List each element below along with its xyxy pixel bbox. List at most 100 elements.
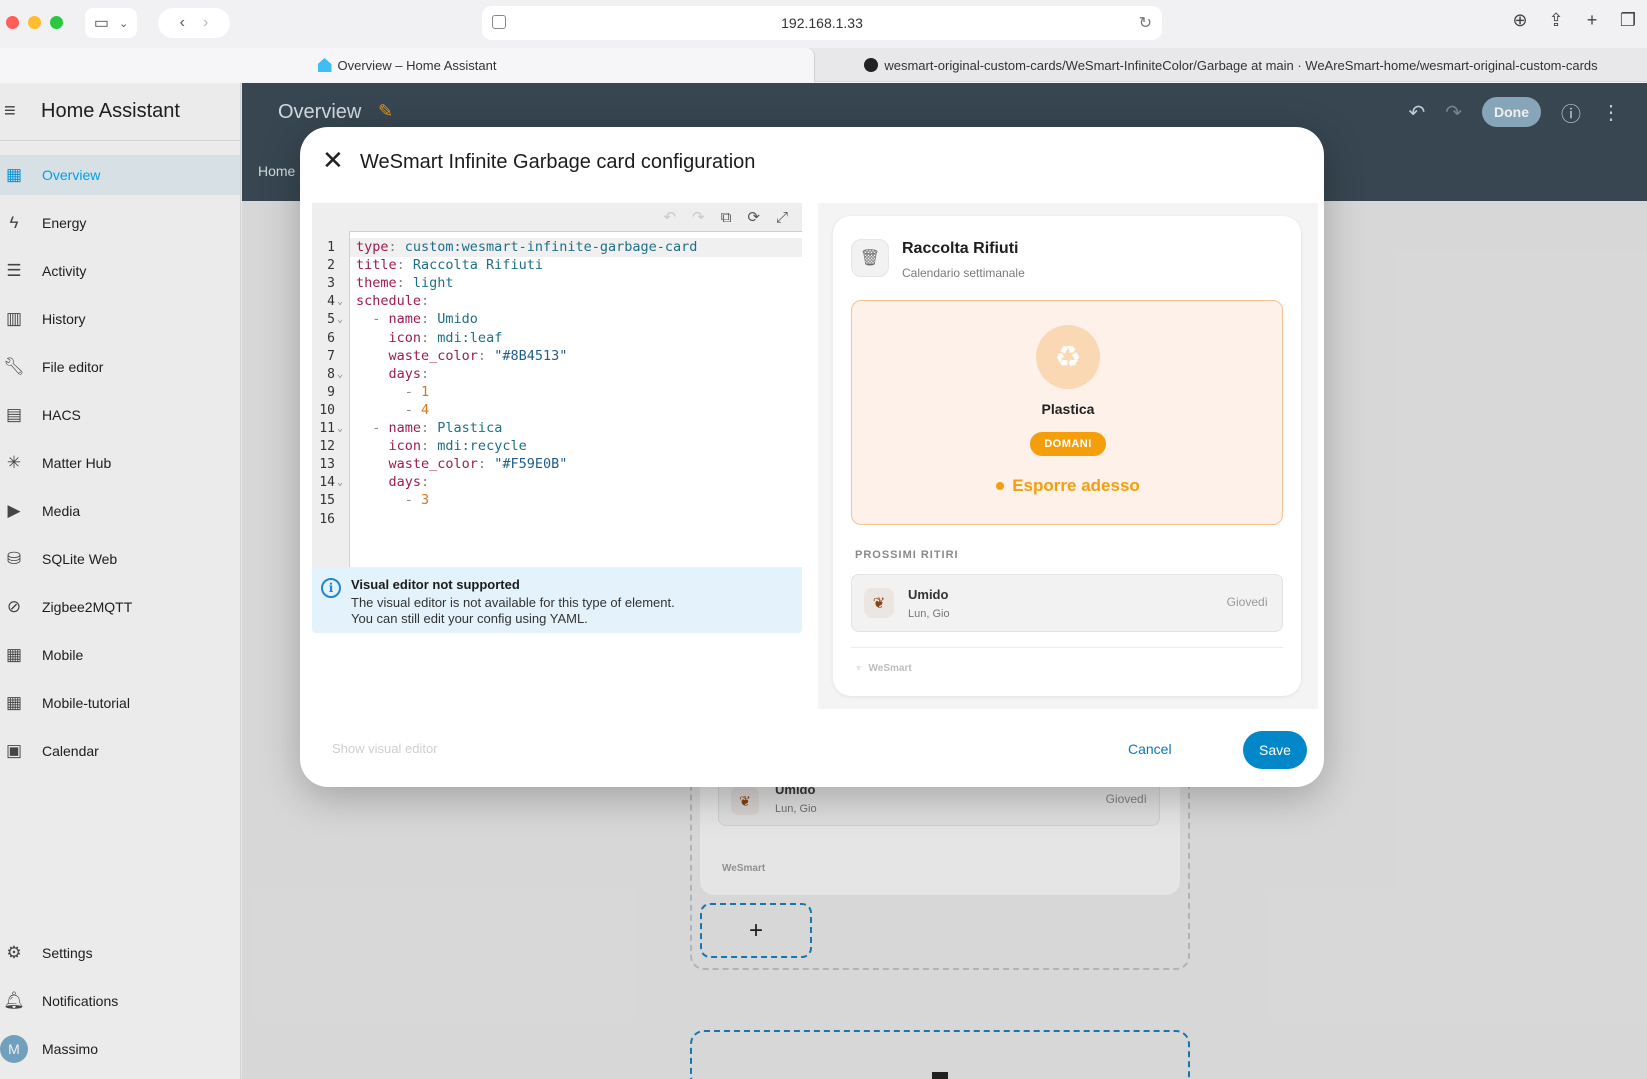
code-line: 2 title: Raccolta Rifiuti (327, 256, 802, 275)
hero-waste-name: Plastica (1041, 401, 1095, 417)
redo-icon[interactable]: ↷ (692, 208, 705, 226)
forward-icon[interactable]: › (203, 14, 208, 32)
yaml-editor[interactable]: ↶ ↷ ⧉ ⟳ ⤢ 1 type: custom:wesmart-infinite… (312, 203, 802, 567)
code-indent: - (356, 420, 389, 436)
code-line: 8 ⌄ days: (327, 365, 802, 384)
brand-icon: ♆ (855, 663, 863, 674)
code-text: waste_color: "#8B4513" (356, 347, 568, 366)
code-key: waste_color (388, 456, 478, 473)
hero-status-text: Esporre adesso (1012, 476, 1140, 495)
hero-status: Esporre adesso (852, 476, 1284, 496)
copy-icon[interactable]: ⧉ (721, 209, 732, 226)
new-tab-icon[interactable]: + (1583, 10, 1601, 31)
github-icon (864, 58, 879, 72)
brand-footer: ♆ WeSmart (855, 663, 912, 674)
fold-icon[interactable]: ⌄ (337, 419, 343, 438)
home-assistant-icon (317, 58, 332, 72)
code-area[interactable]: 1 type: custom:wesmart-infinite-garbage-c… (319, 231, 802, 567)
fullscreen-icon[interactable]: ⤢ (776, 209, 788, 226)
code-line: 14 ⌄ days: (319, 473, 802, 492)
card-config-dialog: ✕ WeSmart Infinite Garbage card configur… (300, 127, 1324, 787)
fold-icon[interactable]: ⌄ (337, 310, 343, 329)
address-text: 192.168.1.33 (781, 15, 863, 31)
code-key: name (388, 311, 422, 328)
garbage-card: 🗑︎ Raccolta Rifiuti Calendario settimana… (833, 216, 1301, 696)
fold-icon[interactable]: ⌄ (337, 365, 343, 384)
code-key: waste_color (388, 347, 478, 364)
line-number: 8 (327, 366, 335, 382)
code-line: 7 waste_color: "#8B4513" (327, 347, 802, 366)
code-text: days: (356, 365, 437, 384)
line-number: 13 (319, 457, 335, 473)
code-value: Raccolta Rifiuti (412, 257, 543, 274)
address-bar[interactable]: 192.168.1.33 ↻ (482, 6, 1162, 40)
code-line: 4 ⌄ schedule: (327, 292, 802, 311)
show-visual-editor-button[interactable]: Show visual editor (332, 741, 438, 756)
editor-toolbar: ↶ ↷ ⧉ ⟳ ⤢ (312, 203, 802, 231)
line-number: 10 (319, 402, 335, 418)
zoom-window-button[interactable] (50, 16, 63, 29)
code-line: 6 icon: mdi:leaf (327, 329, 802, 348)
code-indent: - (356, 383, 422, 400)
chevron-down-icon: ⌄ (118, 17, 129, 30)
close-window-button[interactable] (6, 16, 19, 29)
code-line: 12 icon: mdi:recycle (319, 437, 802, 456)
cancel-button[interactable]: Cancel (1112, 731, 1188, 767)
code-value: "#F59E0B" (494, 456, 568, 473)
back-icon[interactable]: ‹ (180, 14, 185, 32)
info-icon: i (321, 578, 341, 598)
code-value: Plastica (437, 420, 503, 436)
card-subtitle: Calendario settimanale (902, 266, 1025, 280)
code-value: "#8B4513" (494, 347, 568, 364)
code-text: - name: Umido (356, 311, 478, 328)
navigation-buttons: ‹ › (158, 8, 230, 38)
code-text: icon: mdi:leaf (356, 329, 503, 348)
code-key: schedule (356, 293, 422, 310)
code-text: schedule: (356, 293, 438, 310)
row-days: Lun, Gio (908, 608, 950, 620)
code-line: 13 waste_color: "#F59E0B" (319, 455, 802, 474)
browser-toolbar: ▭ ⌄ ‹ › 192.168.1.33 ↻ ⊕ ⇪ + ❐ (0, 0, 1647, 48)
divider (851, 647, 1283, 648)
info-alert: i Visual editor not supported The visual… (312, 567, 802, 633)
sidebar-toggle-button[interactable]: ▭ ⌄ (85, 8, 137, 38)
line-number: 15 (319, 493, 335, 509)
fold-icon[interactable]: ⌄ (337, 473, 343, 492)
row-when: Giovedì (1226, 595, 1268, 609)
minimize-window-button[interactable] (28, 16, 41, 29)
line-number: 4 (327, 294, 335, 310)
leaf-icon: ❦ (864, 588, 894, 618)
code-value: mdi:leaf (437, 329, 503, 346)
code-key: icon (388, 438, 422, 455)
line-number: 1 (327, 240, 335, 255)
code-line: 1 type: custom:wesmart-infinite-garbage-c… (327, 238, 802, 257)
save-button[interactable]: Save (1243, 731, 1307, 769)
recycle-icon: ♻ (1036, 325, 1100, 389)
code-key: name (388, 420, 422, 436)
undo-icon[interactable]: ↶ (664, 208, 677, 226)
code-key: icon (388, 329, 422, 346)
code-value: 3 (421, 492, 430, 509)
code-value: 1 (421, 383, 430, 400)
tab-home-assistant[interactable]: Overview – Home Assistant (0, 48, 815, 82)
code-indent: - (356, 311, 389, 328)
tab-github[interactable]: wesmart-original-custom-cards/WeSmart-In… (815, 48, 1647, 82)
code-line: 3 theme: light (327, 274, 802, 293)
share-icon[interactable]: ⇪ (1547, 10, 1565, 31)
code-indent: - (356, 401, 422, 418)
status-dot (996, 482, 1005, 490)
close-icon[interactable]: ✕ (322, 145, 344, 176)
search-replace-icon[interactable]: ⟳ (747, 208, 760, 226)
code-line: 15 - 3 (319, 491, 802, 510)
fold-icon[interactable]: ⌄ (337, 292, 343, 311)
tab-overview-icon[interactable]: ❐ (1619, 10, 1637, 31)
code-line: 11 ⌄ - name: Plastica (319, 419, 802, 438)
page-settings-icon[interactable] (492, 15, 506, 29)
download-icon[interactable]: ⊕ (1511, 10, 1529, 31)
reload-icon[interactable]: ↻ (1139, 13, 1152, 33)
